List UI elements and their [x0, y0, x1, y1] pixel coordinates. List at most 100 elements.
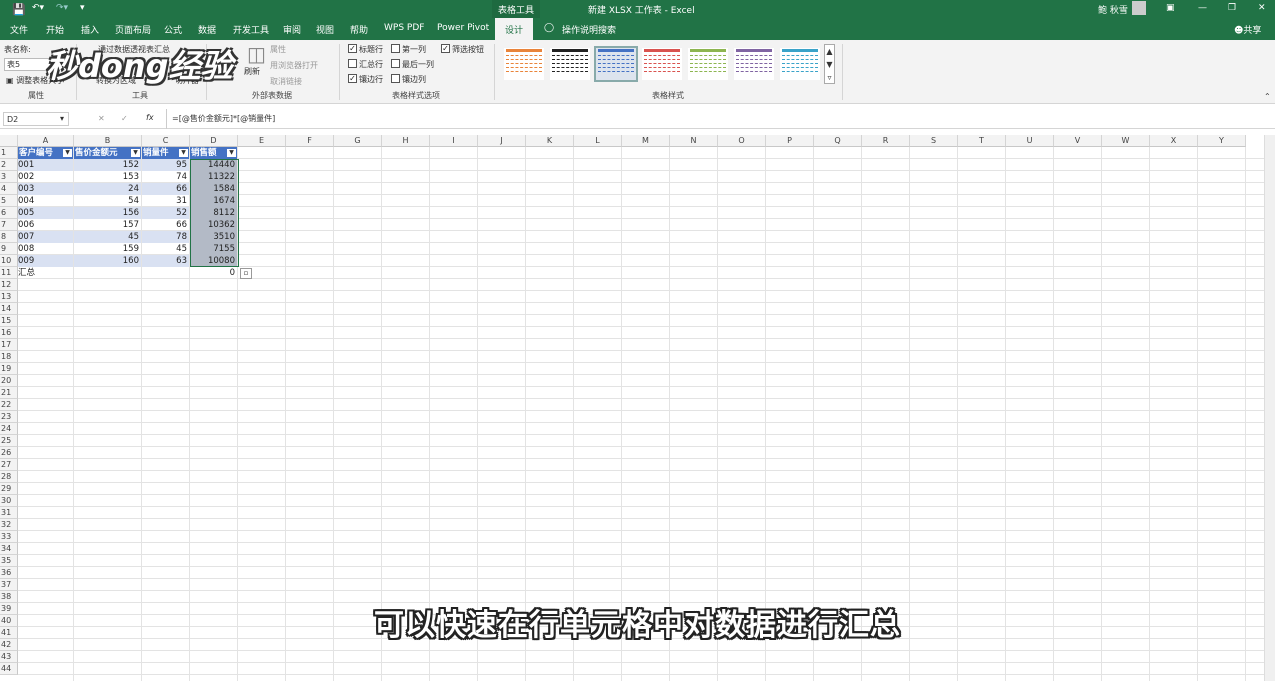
row-header-16[interactable]: 16 — [0, 327, 18, 339]
row-header-1[interactable]: 1 — [0, 147, 18, 159]
row-header-37[interactable]: 37 — [0, 579, 18, 591]
table-cell[interactable]: 003 — [18, 183, 73, 195]
column-header-R[interactable]: R — [862, 135, 910, 147]
column-header-O[interactable]: O — [718, 135, 766, 147]
enter-icon[interactable]: ✓ — [121, 114, 128, 123]
row-header-30[interactable]: 30 — [0, 495, 18, 507]
table-style-option[interactable] — [550, 48, 590, 80]
insert-function-button[interactable]: fx — [146, 113, 154, 122]
filter-dropdown-icon[interactable]: ▼ — [131, 149, 140, 157]
tab-home[interactable]: 开始 — [46, 23, 64, 36]
tab-developer[interactable]: 开发工具 — [233, 23, 269, 36]
row-header-15[interactable]: 15 — [0, 315, 18, 327]
tab-file[interactable]: 文件 — [10, 23, 28, 36]
column-header-Y[interactable]: Y — [1198, 135, 1246, 147]
save-icon[interactable]: 💾 — [12, 3, 26, 16]
table-cell[interactable]: 005 — [18, 207, 73, 219]
table-cell[interactable]: 63 — [142, 255, 189, 267]
redo-icon[interactable]: ↷▾ — [56, 3, 68, 13]
table-style-option[interactable] — [504, 48, 544, 80]
refresh-button[interactable]: 刷新 — [244, 66, 260, 77]
row-header-12[interactable]: 12 — [0, 279, 18, 291]
row-header-11[interactable]: 11 — [0, 267, 18, 279]
column-header-B[interactable]: B — [74, 135, 142, 147]
tab-data[interactable]: 数据 — [198, 23, 216, 36]
row-header-19[interactable]: 19 — [0, 363, 18, 375]
column-header-U[interactable]: U — [1006, 135, 1054, 147]
column-header-C[interactable]: C — [142, 135, 190, 147]
row-header-26[interactable]: 26 — [0, 447, 18, 459]
column-header-Q[interactable]: Q — [814, 135, 862, 147]
row-header-7[interactable]: 7 — [0, 219, 18, 231]
table-cell[interactable]: 002 — [18, 171, 73, 183]
table-cell[interactable]: 66 — [142, 183, 189, 195]
table-style-option[interactable] — [688, 48, 728, 80]
tab-help[interactable]: 帮助 — [350, 23, 368, 36]
cancel-icon[interactable]: ✕ — [98, 114, 105, 123]
select-all-corner[interactable] — [0, 135, 18, 147]
table-cell[interactable]: 009 — [18, 255, 73, 267]
table-cell[interactable]: 006 — [18, 219, 73, 231]
table-cell[interactable]: 001 — [18, 159, 73, 171]
row-header-29[interactable]: 29 — [0, 483, 18, 495]
table-header-cell[interactable]: 售价金额元 ▼ — [74, 147, 141, 159]
row-header-27[interactable]: 27 — [0, 459, 18, 471]
table-header-cell[interactable]: 销量件 ▼ — [142, 147, 189, 159]
column-header-X[interactable]: X — [1150, 135, 1198, 147]
ribbon-display-icon[interactable]: ▣ — [1166, 3, 1175, 13]
column-header-A[interactable]: A — [18, 135, 74, 147]
row-header-6[interactable]: 6 — [0, 207, 18, 219]
row-header-21[interactable]: 21 — [0, 387, 18, 399]
row-header-20[interactable]: 20 — [0, 375, 18, 387]
column-header-T[interactable]: T — [958, 135, 1006, 147]
row-header-17[interactable]: 17 — [0, 339, 18, 351]
customize-qat-icon[interactable]: ▾ — [80, 3, 85, 13]
table-cell[interactable]: 31 — [142, 195, 189, 207]
table-header-cell[interactable]: 销售额 ▼ — [190, 147, 237, 159]
first-column-checkbox[interactable] — [391, 44, 400, 53]
table-cell[interactable]: 004 — [18, 195, 73, 207]
row-header-31[interactable]: 31 — [0, 507, 18, 519]
table-style-option[interactable] — [642, 48, 682, 80]
row-header-34[interactable]: 34 — [0, 543, 18, 555]
filter-button-checkbox[interactable]: ✓ — [441, 44, 450, 53]
table-cell[interactable]: 74 — [142, 171, 189, 183]
row-header-32[interactable]: 32 — [0, 519, 18, 531]
column-header-S[interactable]: S — [910, 135, 958, 147]
row-header-2[interactable]: 2 — [0, 159, 18, 171]
close-icon[interactable]: ✕ — [1258, 3, 1266, 13]
table-name-input[interactable]: 表5 — [4, 58, 52, 71]
table-cell[interactable]: 153 — [74, 171, 141, 183]
minimize-icon[interactable]: — — [1198, 3, 1207, 13]
table-cell[interactable]: 52 — [142, 207, 189, 219]
undo-icon[interactable]: ↶▾ — [32, 3, 44, 13]
banded-rows-checkbox[interactable]: ✓ — [348, 74, 357, 83]
row-header-36[interactable]: 36 — [0, 567, 18, 579]
table-cell[interactable]: 156 — [74, 207, 141, 219]
filter-dropdown-icon[interactable]: ▼ — [63, 149, 72, 157]
table-cell[interactable]: 95 — [142, 159, 189, 171]
row-header-22[interactable]: 22 — [0, 399, 18, 411]
tell-me-search[interactable]: 操作说明搜索 — [562, 23, 616, 36]
column-header-L[interactable]: L — [574, 135, 622, 147]
total-row-value[interactable]: 0 — [190, 267, 237, 279]
properties-button[interactable]: 属性 — [270, 44, 286, 55]
tab-view[interactable]: 视图 — [316, 23, 334, 36]
header-row-checkbox[interactable]: ✓ — [348, 44, 357, 53]
row-header-44[interactable]: 44 — [0, 663, 18, 675]
column-header-V[interactable]: V — [1054, 135, 1102, 147]
gallery-scroll[interactable]: ▲ ▼ ▿ — [824, 44, 835, 84]
table-cell[interactable]: 24 — [74, 183, 141, 195]
row-header-23[interactable]: 23 — [0, 411, 18, 423]
name-box-dropdown-icon[interactable]: ▾ — [60, 114, 64, 123]
table-cell[interactable]: 45 — [142, 243, 189, 255]
row-header-14[interactable]: 14 — [0, 303, 18, 315]
collapse-ribbon-icon[interactable]: ⌃ — [1264, 92, 1271, 101]
column-header-K[interactable]: K — [526, 135, 574, 147]
table-cell[interactable]: 159 — [74, 243, 141, 255]
row-header-18[interactable]: 18 — [0, 351, 18, 363]
user-name[interactable]: 鲍 秋雪 — [1098, 3, 1128, 16]
row-header-4[interactable]: 4 — [0, 183, 18, 195]
row-header-3[interactable]: 3 — [0, 171, 18, 183]
table-cell[interactable]: 007 — [18, 231, 73, 243]
